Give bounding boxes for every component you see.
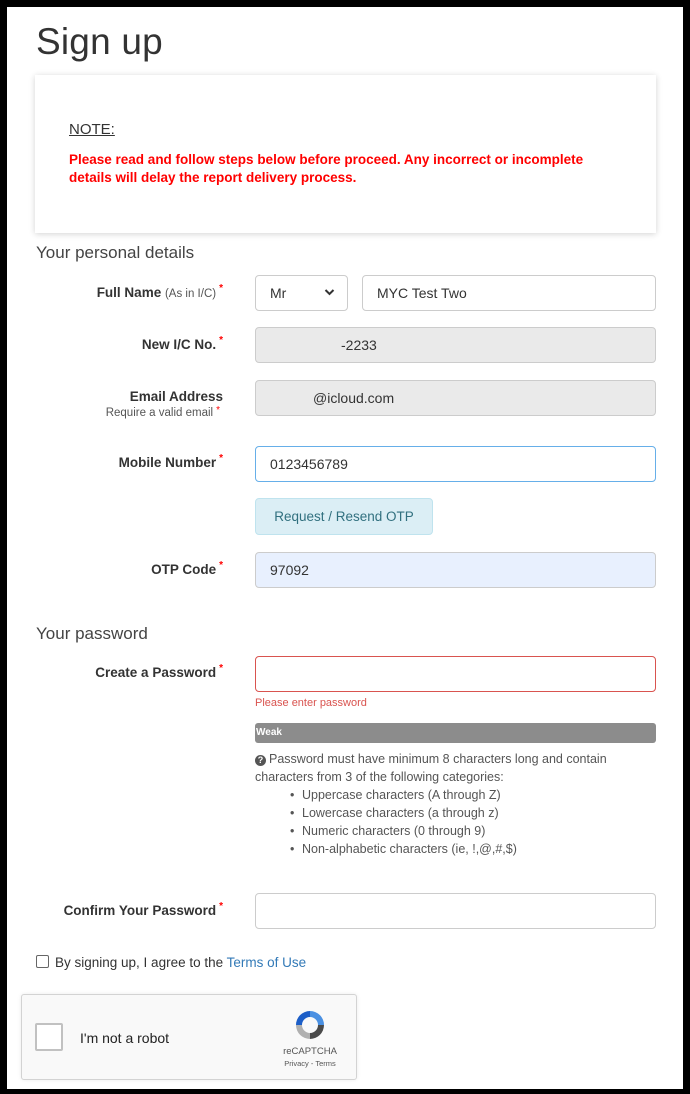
email-sublabel-text: Require a valid email [105, 407, 214, 419]
full-name-sublabel: (As in I/C) [164, 288, 217, 300]
terms-text: By signing up, I agree to the [55, 955, 224, 970]
salutation-select[interactable]: Mr [255, 275, 348, 311]
required-mark: * [219, 335, 223, 346]
mobile-label: Mobile Number * [13, 453, 223, 470]
otp-label: OTP Code * [13, 560, 223, 577]
note-panel: NOTE: Please read and follow steps below… [35, 75, 656, 233]
page-title: Sign up [36, 21, 163, 62]
confirm-password-label: Confirm Your Password * [13, 901, 223, 918]
password-rules: ? Password must have minimum 8 characters… [255, 750, 665, 858]
password-rule-item: Lowercase characters (a through z) [290, 804, 665, 822]
salutation-value: Mr [270, 285, 287, 301]
signup-form-frame: Sign up NOTE: Please read and follow ste… [7, 7, 683, 1089]
full-name-label: Full Name (As in I/C) * [13, 283, 223, 300]
required-mark: * [219, 560, 223, 571]
email-input[interactable]: @icloud.com [255, 380, 656, 416]
create-password-input[interactable] [255, 656, 656, 692]
personal-details-heading: Your personal details [36, 243, 195, 262]
terms-agreement: By signing up, I agree to the Terms of U… [36, 955, 306, 970]
full-name-label-text: Full Name [96, 285, 162, 300]
required-mark: * [219, 663, 223, 674]
recaptcha-label: I'm not a robot [80, 1030, 170, 1046]
ic-label-text: New I/C No. [141, 337, 217, 352]
required-mark: * [216, 405, 220, 416]
required-mark: * [219, 283, 223, 294]
terms-of-use-link[interactable]: Terms of Use [227, 955, 307, 970]
confirm-password-input[interactable] [255, 893, 656, 929]
password-rule-item: Uppercase characters (A through Z) [290, 786, 665, 804]
password-strength-meter: Weak [255, 723, 656, 743]
chevron-down-icon [324, 276, 335, 323]
note-label: NOTE: [69, 121, 115, 138]
otp-label-text: OTP Code [151, 562, 217, 577]
recaptcha-widget: I'm not a robot reCAPTCHA Privacy - Term… [21, 994, 357, 1080]
password-rule-intro: ? Password must have minimum 8 characters… [255, 750, 665, 786]
recaptcha-privacy-terms[interactable]: Privacy - Terms [277, 1059, 343, 1068]
create-password-label-text: Create a Password [95, 665, 217, 680]
recaptcha-brand: reCAPTCHA [283, 1046, 337, 1057]
create-password-label: Create a Password * [13, 663, 223, 680]
otp-code-input[interactable]: 97092 [255, 552, 656, 588]
confirm-password-label-text: Confirm Your Password [63, 903, 217, 918]
password-rule-list: Uppercase characters (A through Z) Lower… [255, 786, 665, 858]
mobile-label-text: Mobile Number [118, 455, 217, 470]
required-mark: * [219, 453, 223, 464]
email-sublabel: Require a valid email * [13, 405, 220, 419]
password-rule-item: Non-alphabetic characters (ie, !,@,#,$) [290, 840, 665, 858]
request-otp-button[interactable]: Request / Resend OTP [255, 498, 433, 535]
question-circle-icon: ? [255, 755, 266, 766]
note-text: Please read and follow steps below befor… [69, 152, 584, 185]
recaptcha-logo-icon [296, 1011, 324, 1039]
terms-checkbox[interactable] [36, 955, 49, 968]
password-heading: Your password [36, 624, 148, 643]
ic-input[interactable]: -2233 [255, 327, 656, 363]
required-mark: * [219, 901, 223, 912]
password-rule-item: Numeric characters (0 through 9) [290, 822, 665, 840]
mobile-number-input[interactable]: 0123456789 [255, 446, 656, 482]
full-name-input[interactable]: MYC Test Two [362, 275, 656, 311]
email-label: Email Address [129, 389, 223, 404]
password-rule-intro-text: Password must have minimum 8 characters … [255, 752, 607, 784]
ic-label: New I/C No. * [13, 335, 223, 352]
recaptcha-checkbox[interactable] [35, 1023, 63, 1051]
password-error-message: Please enter password [255, 697, 367, 709]
password-strength-label: Weak [256, 727, 282, 738]
